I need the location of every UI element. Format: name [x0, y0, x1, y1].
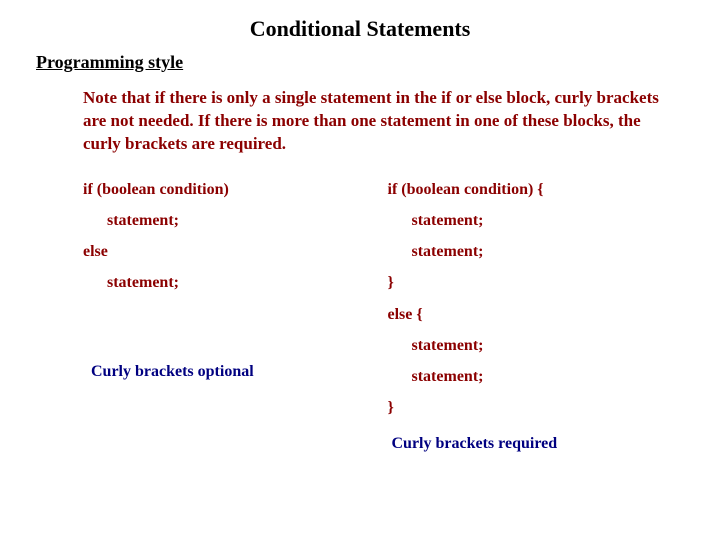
code-line: else	[83, 236, 388, 267]
code-line: }	[388, 392, 693, 423]
code-line: }	[388, 267, 693, 298]
code-columns: if (boolean condition) statement; else s…	[28, 174, 692, 454]
code-line: statement;	[83, 267, 388, 298]
code-block-required: if (boolean condition) { statement; stat…	[388, 174, 693, 424]
code-line: statement;	[83, 205, 388, 236]
left-column: if (boolean condition) statement; else s…	[83, 174, 388, 454]
right-column: if (boolean condition) { statement; stat…	[388, 174, 693, 454]
code-block-optional: if (boolean condition) statement; else s…	[83, 174, 388, 299]
section-heading: Programming style	[36, 52, 692, 73]
code-line: if (boolean condition)	[83, 174, 388, 205]
code-line: if (boolean condition) {	[388, 174, 693, 205]
body-paragraph: Note that if there is only a single stat…	[83, 87, 672, 156]
code-line: statement;	[388, 205, 693, 236]
code-line: else {	[388, 299, 693, 330]
code-line: statement;	[388, 361, 693, 392]
code-line: statement;	[388, 330, 693, 361]
caption-required: Curly brackets required	[392, 435, 693, 453]
slide: Conditional Statements Programming style…	[0, 0, 720, 540]
caption-optional: Curly brackets optional	[91, 363, 388, 381]
page-title: Conditional Statements	[28, 16, 692, 42]
code-line: statement;	[388, 236, 693, 267]
